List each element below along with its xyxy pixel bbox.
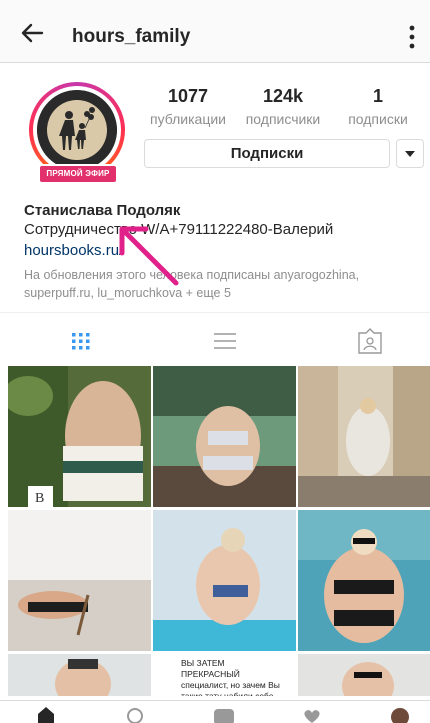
stat-posts-label: публикации [150,111,226,127]
live-badge: ПРЯМОЙ ЭФИР [38,164,118,184]
dropdown-button[interactable] [396,139,424,168]
stat-following[interactable]: 1 подписки [338,86,418,127]
post-thumbnail[interactable] [298,510,430,651]
stat-following-count: 1 [372,86,383,106]
annotation-arrow-icon [119,226,179,286]
post-thumbnail[interactable] [8,654,151,696]
more-vertical-icon[interactable] [408,24,416,50]
search-icon[interactable] [124,705,148,723]
chevron-down-icon [405,151,415,157]
post-photo [153,366,296,507]
profile-username: hours_family [72,26,191,47]
profile-stats: 1077 публикации 124k подписчики 1 подпис… [140,86,420,136]
profile-tabs [0,312,430,367]
post-text-snippet: ВЫ ЗАТЕМ ПРЕКРАСНЫЙ специалист, но зачем… [181,658,280,696]
post-photo [8,510,151,651]
stat-followers[interactable]: 124k подписчики [238,86,328,127]
add-post-icon[interactable] [212,705,236,723]
stat-posts[interactable]: 1077 публикации [140,86,236,127]
post-photo [298,366,430,507]
post-photo [298,510,430,651]
stat-posts-count: 1077 [167,86,209,106]
list-icon[interactable] [210,327,240,355]
bottom-navigation [0,700,430,723]
post-thumbnail[interactable] [298,366,430,507]
profile-avatar-icon[interactable] [388,705,412,723]
post-thumbnail[interactable] [298,654,430,696]
tagged-person-icon[interactable] [355,327,385,355]
followed-by-text[interactable]: На обновления этого человека подписаны a… [24,266,414,302]
stat-following-label: подписки [348,111,408,127]
post-photo [8,654,151,696]
post-thumbnail[interactable] [153,366,296,507]
top-bar: hours_family [0,0,430,63]
grid-icon[interactable] [66,327,96,355]
avatar [37,90,117,170]
heart-icon[interactable] [300,705,324,723]
home-icon[interactable] [34,705,58,723]
post-thumbnail[interactable] [8,510,151,651]
arrow-left-icon[interactable] [18,18,48,48]
profile-website-link[interactable]: hoursbooks.ru/ [24,242,123,259]
post-thumbnail[interactable]: ВЫ ЗАТЕМ ПРЕКРАСНЫЙ специалист, но зачем… [153,654,296,696]
profile-header: ПРЯМОЙ ЭФИР 1077 публикации 124k подписч… [0,62,430,312]
stat-followers-label: подписчики [245,111,321,127]
svg-text:B: B [35,491,44,506]
post-photo [153,510,296,651]
post-photo [298,654,430,696]
photo-grid: B ВЫ ЗАТЕМ ПРЕКРАСНЫЙ специалист, но зач… [0,366,430,696]
stat-followers-count: 124k [262,86,304,106]
avatar-logo-image [37,90,117,170]
post-thumbnail[interactable] [153,510,296,651]
following-button[interactable]: Подписки [144,139,390,168]
post-photo: B [8,366,151,507]
post-thumbnail[interactable]: B [8,366,151,507]
